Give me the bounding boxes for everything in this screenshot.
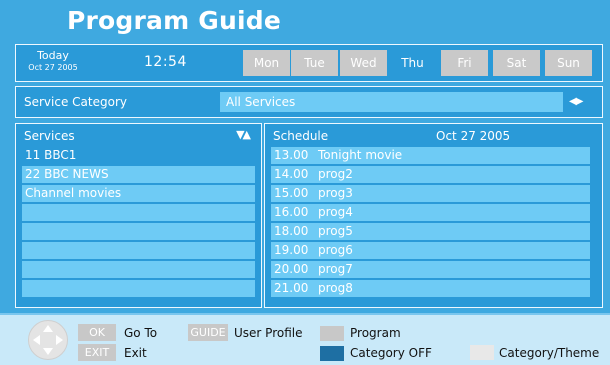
schedule-panel: Schedule Oct 27 2005 13.00 Tonight movie …	[264, 123, 603, 308]
schedule-program: prog3	[318, 186, 353, 200]
category-theme-swatch	[470, 345, 494, 360]
left-right-arrows-icon[interactable]: ◀▶	[569, 92, 583, 112]
schedule-row[interactable]: 15.00 prog3	[271, 185, 590, 202]
clock: 12:54	[144, 54, 187, 70]
schedule-time: 14.00	[274, 167, 309, 181]
schedule-time: 15.00	[274, 186, 309, 200]
legend-program-label: Program	[350, 326, 401, 340]
service-row[interactable]	[22, 204, 255, 221]
schedule-header: Schedule	[273, 129, 329, 143]
service-category-select[interactable]: All Services	[220, 92, 563, 112]
key-legend-footer: OK Go To EXIT Exit GUIDE User Profile Pr…	[0, 313, 610, 365]
page-title: Program Guide	[67, 6, 282, 35]
schedule-row[interactable]: 21.00 prog8	[271, 280, 590, 297]
service-row[interactable]	[22, 242, 255, 259]
service-category-label: Service Category	[24, 95, 127, 109]
service-row[interactable]: Channel movies	[22, 185, 255, 202]
schedule-row[interactable]: 13.00 Tonight movie	[271, 147, 590, 164]
schedule-time: 21.00	[274, 281, 309, 295]
legend-category-theme-label: Category/Theme	[499, 346, 600, 360]
schedule-row[interactable]: 20.00 prog7	[271, 261, 590, 278]
schedule-program: prog8	[318, 281, 353, 295]
date-bar: Today Oct 27 2005 12:54 Mon Tue Wed Thu …	[15, 44, 603, 82]
schedule-time: 19.00	[274, 243, 309, 257]
service-row[interactable]	[22, 261, 255, 278]
program-swatch	[320, 326, 344, 341]
day-tab-mon[interactable]: Mon	[243, 50, 290, 76]
schedule-row[interactable]: 19.00 prog6	[271, 242, 590, 259]
ok-action-label: Go To	[124, 326, 158, 340]
today-indicator: Today Oct 27 2005	[28, 50, 78, 73]
schedule-date: Oct 27 2005	[436, 129, 511, 143]
category-off-swatch	[320, 346, 344, 361]
schedule-time: 16.00	[274, 205, 309, 219]
schedule-time: 18.00	[274, 224, 309, 238]
service-row[interactable]: 22 BBC NEWS	[22, 166, 255, 183]
footer-divider	[0, 313, 610, 315]
exit-action-label: Exit	[124, 346, 147, 360]
schedule-time: 20.00	[274, 262, 309, 276]
schedule-program: prog2	[318, 167, 353, 181]
schedule-program: prog6	[318, 243, 353, 257]
schedule-program: prog7	[318, 262, 353, 276]
dpad-icon	[28, 320, 68, 360]
today-date: Oct 27 2005	[28, 63, 78, 72]
schedule-row[interactable]: 18.00 prog5	[271, 223, 590, 240]
guide-key: GUIDE	[188, 324, 228, 341]
schedule-program: prog4	[318, 205, 353, 219]
ok-key: OK	[78, 324, 116, 341]
day-tab-tue[interactable]: Tue	[291, 50, 338, 76]
service-category-bar: Service Category All Services ◀▶	[15, 86, 603, 118]
exit-key: EXIT	[78, 344, 116, 361]
service-row[interactable]	[22, 223, 255, 240]
day-tab-thu[interactable]: Thu	[389, 50, 436, 76]
services-panel: Services ▼▲ 11 BBC1 22 BBC NEWS Channel …	[15, 123, 262, 308]
services-header: Services	[24, 129, 75, 143]
schedule-row[interactable]: 14.00 prog2	[271, 166, 590, 183]
day-tab-wed[interactable]: Wed	[340, 50, 387, 76]
day-tab-sun[interactable]: Sun	[545, 50, 592, 76]
schedule-time: 13.00	[274, 148, 309, 162]
service-row[interactable]	[22, 280, 255, 297]
day-tab-fri[interactable]: Fri	[441, 50, 488, 76]
sort-arrows-icon[interactable]: ▼▲	[236, 128, 251, 141]
schedule-row[interactable]: 16.00 prog4	[271, 204, 590, 221]
guide-action-label: User Profile	[234, 326, 303, 340]
service-row[interactable]: 11 BBC1	[22, 147, 255, 164]
today-label: Today	[37, 49, 69, 62]
day-tab-sat[interactable]: Sat	[493, 50, 540, 76]
schedule-program: Tonight movie	[318, 148, 403, 162]
schedule-program: prog5	[318, 224, 353, 238]
legend-category-off-label: Category OFF	[350, 346, 432, 360]
